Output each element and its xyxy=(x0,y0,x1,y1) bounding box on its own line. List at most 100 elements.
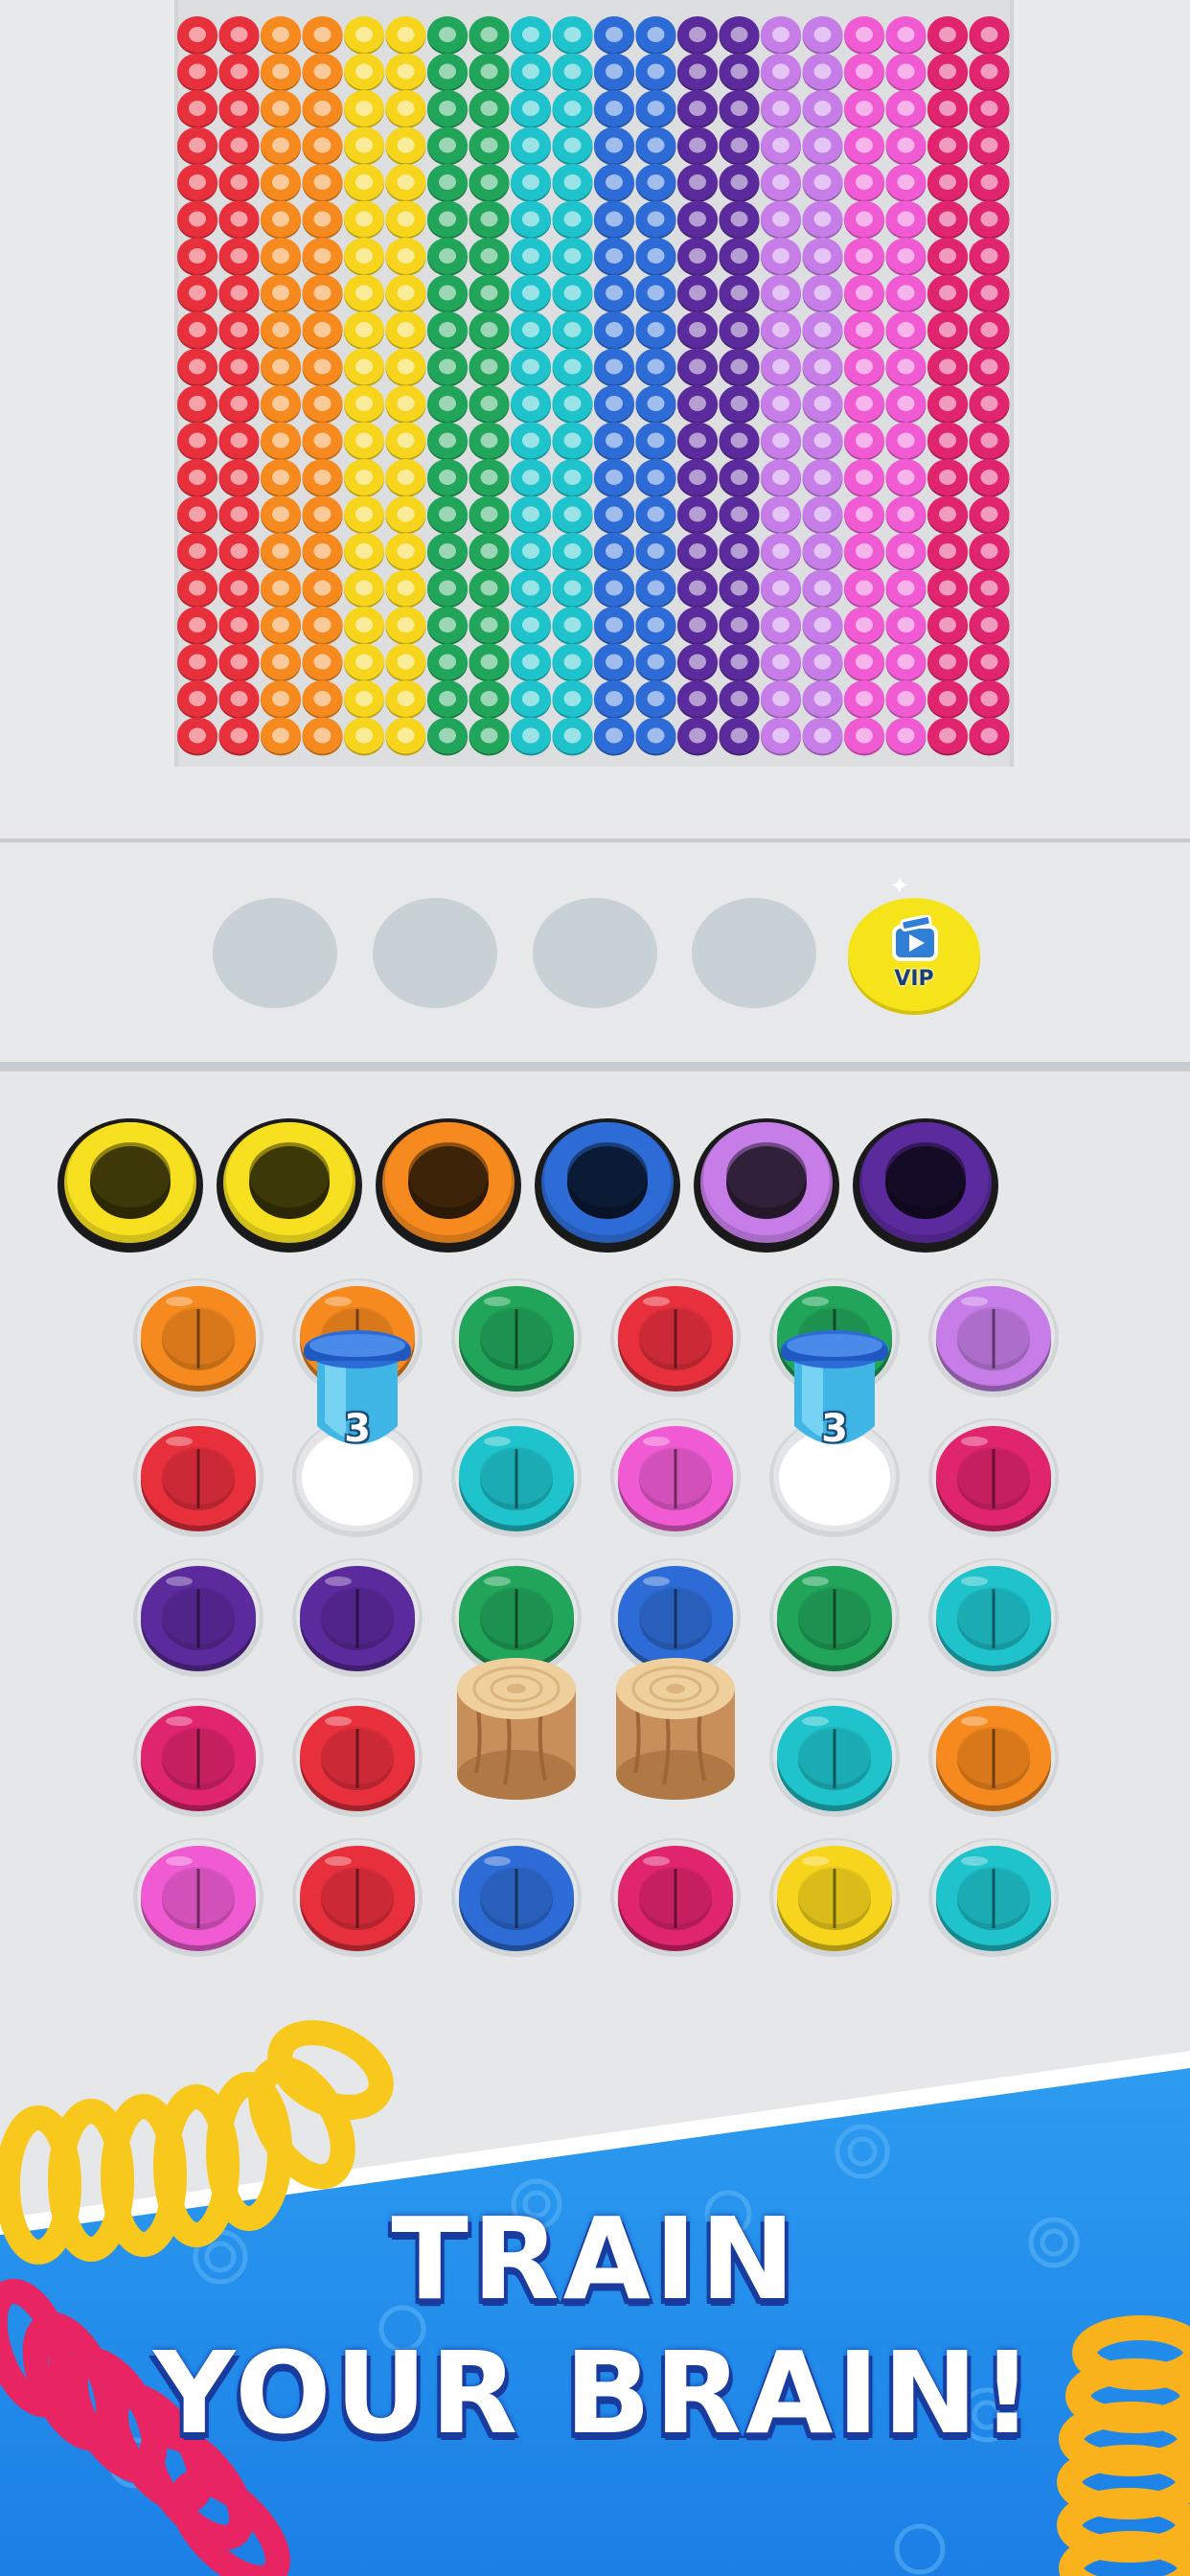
board-ring xyxy=(302,717,343,756)
board-ring xyxy=(511,717,551,756)
board-ring xyxy=(552,126,593,166)
board-ring xyxy=(761,422,801,461)
board-ring xyxy=(844,90,884,128)
board-ring xyxy=(927,643,968,682)
board-ring xyxy=(719,717,760,756)
grid-ring[interactable] xyxy=(767,1828,902,1963)
board-ring xyxy=(261,495,301,535)
board-ring xyxy=(969,311,1010,350)
board-ring xyxy=(761,680,801,719)
board-ring xyxy=(635,311,676,350)
board-ring xyxy=(302,680,343,719)
board-ring xyxy=(469,348,510,387)
target-ring-1[interactable] xyxy=(54,1112,207,1255)
board-ring xyxy=(261,164,301,202)
board-ring xyxy=(844,311,884,350)
target-ring-3[interactable] xyxy=(372,1112,525,1255)
grid-ring[interactable] xyxy=(608,1269,743,1403)
board-ring xyxy=(719,680,760,719)
board-ring xyxy=(385,385,426,424)
grid-ring[interactable] xyxy=(927,1549,1061,1683)
board-ring xyxy=(469,607,510,645)
board-ring xyxy=(218,53,260,92)
target-ring-2[interactable] xyxy=(213,1112,366,1255)
holding-slot-3[interactable] xyxy=(533,898,657,1008)
board-ring xyxy=(177,311,217,350)
board-ring xyxy=(844,53,884,92)
holding-slot-2[interactable] xyxy=(373,898,497,1008)
board-ring xyxy=(427,495,468,535)
board-ring xyxy=(677,533,718,571)
grid-ring[interactable] xyxy=(131,1549,265,1683)
target-ring-5[interactable] xyxy=(690,1112,843,1255)
grid-ring[interactable] xyxy=(290,1689,424,1823)
board-ring xyxy=(427,164,468,202)
board-ring xyxy=(719,459,760,497)
board-ring xyxy=(511,495,551,535)
grid-ring[interactable] xyxy=(927,1689,1061,1823)
target-ring-6[interactable] xyxy=(849,1112,1002,1255)
board-ring xyxy=(469,680,510,719)
board-ring xyxy=(719,385,760,424)
board-ring xyxy=(261,348,301,387)
board-ring xyxy=(552,533,593,571)
board-ring xyxy=(844,164,884,202)
board-ring xyxy=(802,238,843,276)
board-ring xyxy=(344,717,384,756)
board-ring xyxy=(761,607,801,645)
board-ring xyxy=(385,348,426,387)
grid-ring[interactable] xyxy=(767,1689,902,1823)
grid-ring[interactable] xyxy=(449,1269,584,1403)
board-ring xyxy=(177,495,217,535)
board-ring xyxy=(218,422,260,461)
board-ring xyxy=(844,569,884,609)
board-ring xyxy=(302,607,343,645)
board-ring xyxy=(177,53,217,92)
board-ring xyxy=(511,643,551,682)
board-ring xyxy=(802,459,843,497)
grid-ring[interactable] xyxy=(290,1828,424,1963)
grid-ring[interactable] xyxy=(131,1828,265,1963)
board-ring xyxy=(469,200,510,240)
holding-slot-1[interactable] xyxy=(213,898,337,1008)
board-ring xyxy=(844,238,884,276)
board-ring xyxy=(635,495,676,535)
grid-ring[interactable] xyxy=(608,1409,743,1543)
board-ring xyxy=(594,533,634,571)
target-ring-4[interactable] xyxy=(531,1112,684,1255)
grid-ring[interactable] xyxy=(131,1409,265,1543)
grid-ring[interactable] xyxy=(767,1549,902,1683)
board-ring xyxy=(511,459,551,497)
grid-ring[interactable] xyxy=(290,1549,424,1683)
locked-cup-blocker[interactable]: 3 xyxy=(767,1330,902,1543)
board-ring xyxy=(302,90,343,128)
board-ring xyxy=(594,422,634,461)
board-ring xyxy=(885,53,927,92)
board-ring xyxy=(511,385,551,424)
board-ring xyxy=(885,607,927,645)
board-ring xyxy=(385,274,426,313)
grid-ring[interactable] xyxy=(927,1409,1061,1543)
board-ring xyxy=(594,200,634,240)
board-ring xyxy=(969,90,1010,128)
vip-slot-button[interactable]: VIP xyxy=(848,898,980,1011)
board-ring xyxy=(677,90,718,128)
grid-ring[interactable] xyxy=(927,1269,1061,1403)
board-ring xyxy=(969,680,1010,719)
board-ring xyxy=(177,607,217,645)
grid-ring[interactable] xyxy=(131,1269,265,1403)
board-ring xyxy=(218,680,260,719)
locked-cup-blocker[interactable]: 3 xyxy=(290,1330,424,1543)
board-ring xyxy=(635,533,676,571)
grid-ring[interactable] xyxy=(608,1828,743,1963)
board-ring xyxy=(885,495,927,535)
grid-ring[interactable] xyxy=(131,1689,265,1823)
board-ring xyxy=(177,90,217,128)
grid-ring[interactable] xyxy=(927,1828,1061,1963)
board-ring xyxy=(594,348,634,387)
grid-ring[interactable] xyxy=(449,1828,584,1963)
holding-slot-4[interactable] xyxy=(692,898,816,1008)
board-ring xyxy=(635,459,676,497)
grid-ring[interactable] xyxy=(449,1409,584,1543)
board-ring xyxy=(261,643,301,682)
